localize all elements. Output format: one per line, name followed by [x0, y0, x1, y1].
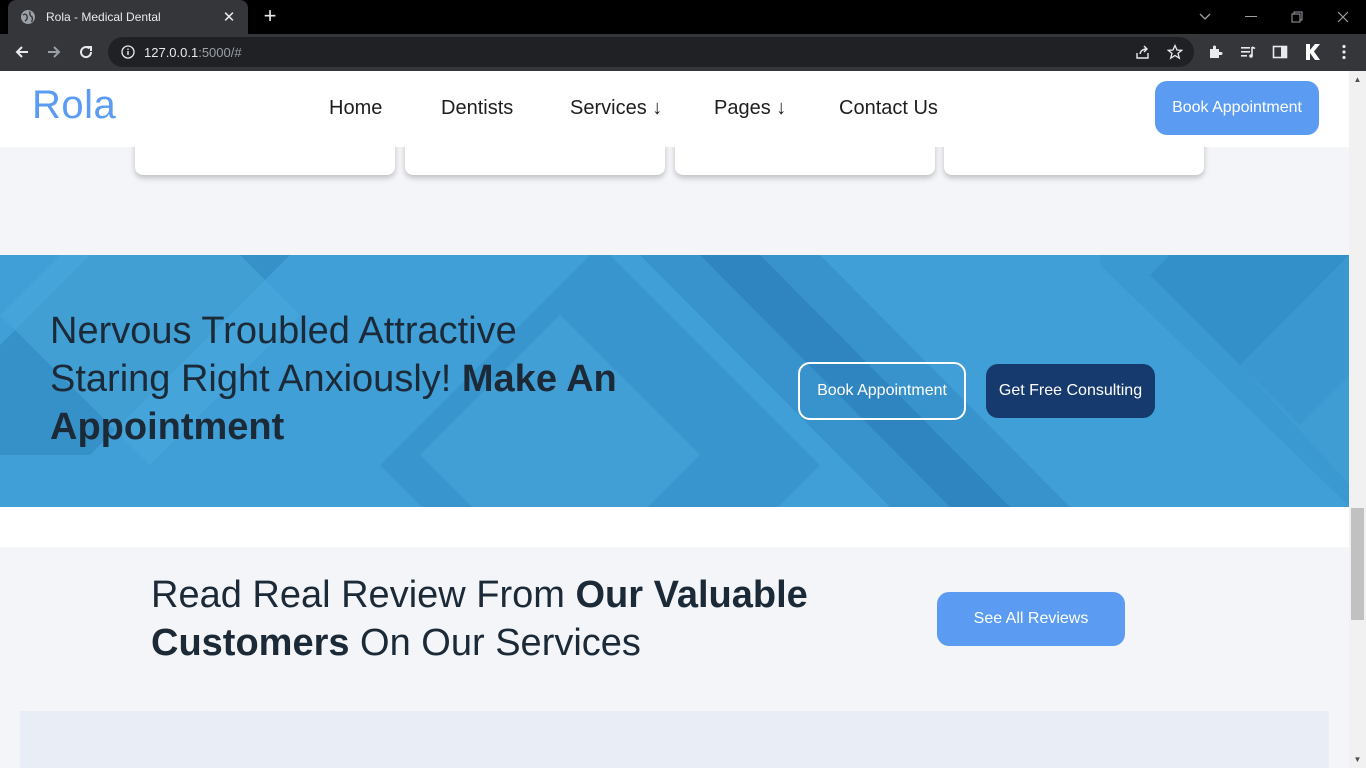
- browser-tab[interactable]: Rola - Medical Dental ✕: [8, 0, 248, 34]
- nav-dentists[interactable]: Dentists: [441, 97, 513, 120]
- section-divider: [0, 507, 1349, 547]
- close-window-icon[interactable]: [1320, 0, 1366, 34]
- scroll-up-arrow-icon[interactable]: ▲: [1349, 71, 1366, 88]
- reviews-heading-part1: Read Real Review From: [151, 574, 576, 616]
- side-panel-icon[interactable]: [1266, 38, 1294, 66]
- tab-bar: Rola - Medical Dental ✕ +: [0, 0, 1366, 34]
- cta-heading-bold: Make An: [461, 358, 617, 400]
- browser-toolbar: 127.0.0.1:5000/#: [0, 34, 1366, 71]
- tab-search-icon[interactable]: [1182, 0, 1228, 34]
- forward-icon[interactable]: [40, 38, 68, 66]
- reviews-section: Read Real Review From Our Valuable Custo…: [0, 547, 1349, 768]
- header-book-appointment-button[interactable]: Book Appointment: [1155, 81, 1319, 135]
- nav-home[interactable]: Home: [329, 97, 382, 120]
- restore-icon[interactable]: [1274, 0, 1320, 34]
- close-icon[interactable]: ✕: [220, 8, 238, 26]
- reviews-heading: Read Real Review From Our Valuable Custo…: [151, 571, 871, 667]
- reviews-heading-part2: On Our Services: [349, 622, 641, 664]
- bookmark-star-icon[interactable]: [1162, 39, 1188, 65]
- reviews-carousel-panel: [20, 711, 1329, 768]
- site-logo[interactable]: Rola: [32, 83, 116, 128]
- page-scrollbar[interactable]: ▲ ▼: [1349, 71, 1366, 768]
- appointment-cta-band: Nervous Troubled Attractive Staring Righ…: [0, 255, 1349, 507]
- cta-book-appointment-button[interactable]: Book Appointment: [798, 362, 966, 420]
- cta-free-consulting-button[interactable]: Get Free Consulting: [986, 364, 1155, 418]
- back-icon[interactable]: [8, 38, 36, 66]
- scroll-down-arrow-icon[interactable]: ▼: [1349, 751, 1366, 768]
- reviews-heading-bold1: Our Valuable: [575, 574, 808, 616]
- minimize-icon[interactable]: [1228, 0, 1274, 34]
- page-viewport: Rola Home Dentists Services ↓ Pages ↓ Co…: [0, 71, 1366, 768]
- menu-dots-icon[interactable]: [1330, 38, 1358, 66]
- address-bar[interactable]: 127.0.0.1:5000/#: [108, 37, 1194, 67]
- cta-heading-line2: Staring Right Anxiously!: [50, 358, 462, 400]
- nav-contact[interactable]: Contact Us: [839, 97, 938, 120]
- url-path: :5000/#: [198, 44, 242, 60]
- info-icon[interactable]: [120, 44, 136, 60]
- see-all-reviews-button[interactable]: See All Reviews: [937, 592, 1125, 646]
- media-control-icon[interactable]: [1234, 38, 1262, 66]
- tab-title: Rola - Medical Dental: [46, 10, 161, 24]
- reload-icon[interactable]: [72, 38, 100, 66]
- nav-pages[interactable]: Pages ↓: [714, 97, 786, 120]
- profile-k-icon[interactable]: [1298, 38, 1326, 66]
- cta-heading: Nervous Troubled Attractive Staring Righ…: [50, 307, 730, 451]
- cta-heading-bold2: Appointment: [50, 406, 285, 448]
- new-tab-icon[interactable]: +: [258, 5, 282, 29]
- scrollbar-thumb[interactable]: [1351, 508, 1364, 620]
- cta-heading-line1: Nervous Troubled Attractive: [50, 310, 517, 352]
- share-icon[interactable]: [1130, 39, 1156, 65]
- url-host: 127.0.0.1: [144, 44, 199, 60]
- nav-services[interactable]: Services ↓: [570, 97, 662, 120]
- globe-icon: [20, 9, 36, 25]
- site-header: Rola Home Dentists Services ↓ Pages ↓ Co…: [0, 71, 1349, 147]
- extensions-icon[interactable]: [1202, 38, 1230, 66]
- reviews-heading-bold2: Customers: [151, 622, 350, 664]
